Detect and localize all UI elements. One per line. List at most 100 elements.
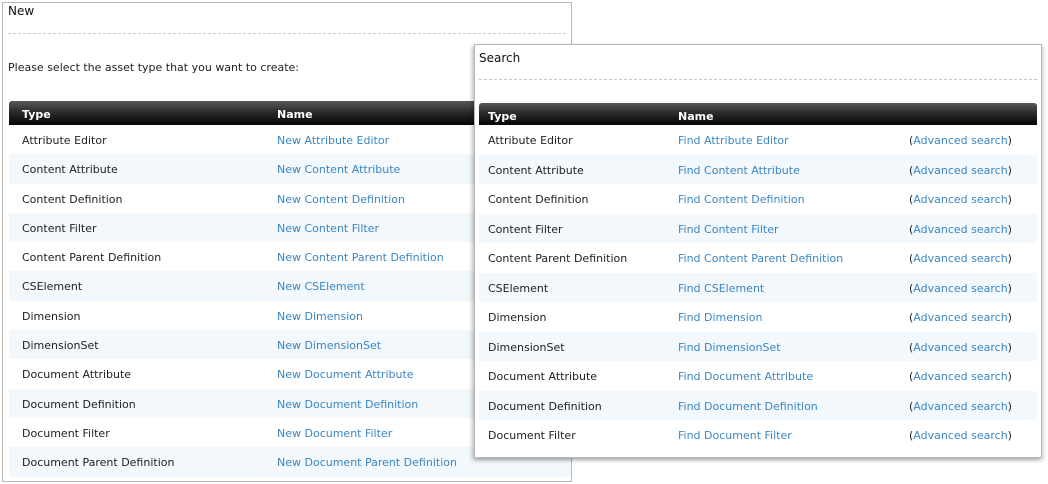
- advanced-search-link[interactable]: Advanced search: [913, 164, 1007, 177]
- asset-type-label: Attribute Editor: [488, 134, 573, 147]
- new-header-name: Name: [277, 108, 313, 121]
- new-asset-link[interactable]: New Content Parent Definition: [277, 251, 444, 264]
- find-asset-link[interactable]: Find Content Definition: [678, 193, 805, 206]
- table-row: Content Parent Definition Find Content Pa…: [479, 243, 1037, 273]
- advanced-search-link[interactable]: Advanced search: [913, 193, 1007, 206]
- close-paren: ): [1007, 370, 1012, 383]
- asset-type-label: Content Definition: [22, 192, 123, 206]
- find-asset-link[interactable]: Find CSElement: [678, 282, 764, 295]
- find-asset-link[interactable]: Find Content Attribute: [678, 164, 800, 177]
- new-asset-link[interactable]: New Document Definition: [277, 398, 418, 411]
- asset-type-label: DimensionSet: [22, 339, 99, 353]
- search-header-type: Type: [488, 110, 517, 123]
- new-asset-link[interactable]: New Document Attribute: [277, 368, 414, 381]
- close-paren: ): [1007, 340, 1012, 354]
- new-panel-divider: [8, 33, 566, 34]
- asset-type-label: CSElement: [22, 280, 83, 294]
- find-asset-link[interactable]: Find Attribute Editor: [678, 134, 789, 147]
- advanced-search-link[interactable]: Advanced search: [913, 400, 1007, 413]
- table-row: Document Filter Find Document Filter (Adva…: [479, 420, 1037, 450]
- table-row: Content Definition Find Content Definitio…: [479, 184, 1037, 214]
- advanced-search-cell: (Advanced search): [909, 223, 1012, 236]
- find-asset-link[interactable]: Find Content Parent Definition: [678, 252, 843, 265]
- advanced-search-cell: (Advanced search): [909, 341, 1012, 354]
- new-panel-prompt: Please select the asset type that you wa…: [8, 61, 299, 74]
- search-table-header: Type Name: [479, 103, 1037, 125]
- table-row: Attribute Editor Find Attribute Editor (Ad…: [479, 125, 1037, 155]
- search-header-name: Name: [678, 110, 714, 123]
- new-panel-title: New: [8, 4, 35, 18]
- new-asset-link[interactable]: New Dimension: [277, 310, 363, 323]
- asset-type-label: Dimension: [488, 311, 547, 324]
- find-asset-link[interactable]: Find Document Filter: [678, 429, 792, 442]
- advanced-search-link[interactable]: Advanced search: [913, 223, 1007, 236]
- asset-type-label: Document Filter: [488, 429, 576, 442]
- new-asset-link[interactable]: New Content Filter: [277, 222, 379, 235]
- table-row: Content Attribute Find Content Attribute (…: [479, 154, 1037, 184]
- close-paren: ): [1007, 193, 1012, 206]
- asset-type-label: Content Attribute: [488, 163, 584, 177]
- close-paren: ): [1007, 222, 1012, 236]
- asset-type-label: CSElement: [488, 281, 549, 295]
- asset-type-label: Document Attribute: [22, 368, 132, 382]
- advanced-search-cell: (Advanced search): [909, 400, 1012, 413]
- advanced-search-link[interactable]: Advanced search: [913, 252, 1007, 265]
- find-asset-link[interactable]: Find DimensionSet: [678, 341, 781, 354]
- close-paren: ): [1007, 399, 1012, 413]
- advanced-search-cell: (Advanced search): [909, 193, 1012, 206]
- asset-type-label: Content Attribute: [22, 163, 118, 177]
- asset-type-label: Document Definition: [22, 397, 136, 411]
- asset-type-label: Attribute Editor: [22, 134, 107, 147]
- new-asset-link[interactable]: New DimensionSet: [277, 339, 381, 352]
- asset-type-label: Content Filter: [488, 222, 563, 236]
- new-asset-link[interactable]: New Document Parent Definition: [277, 456, 457, 469]
- advanced-search-cell: (Advanced search): [909, 311, 1012, 324]
- close-paren: ): [1007, 134, 1012, 147]
- advanced-search-link[interactable]: Advanced search: [913, 370, 1007, 383]
- find-asset-link[interactable]: Find Document Attribute: [678, 370, 813, 383]
- find-asset-link[interactable]: Find Document Definition: [678, 400, 818, 413]
- new-header-type: Type: [22, 108, 51, 121]
- advanced-search-cell: (Advanced search): [909, 282, 1012, 295]
- asset-type-label: Content Parent Definition: [488, 252, 628, 265]
- advanced-search-cell: (Advanced search): [909, 429, 1012, 442]
- new-asset-link[interactable]: New Attribute Editor: [277, 134, 389, 147]
- table-row: Dimension Find Dimension (Advanced search): [479, 302, 1037, 332]
- close-paren: ): [1007, 281, 1012, 295]
- new-asset-link[interactable]: New Document Filter: [277, 427, 392, 440]
- search-panel: Search Type Name Attribute Editor Find At…: [474, 44, 1042, 458]
- new-asset-link[interactable]: New Content Attribute: [277, 163, 400, 176]
- new-asset-link[interactable]: New Content Definition: [277, 193, 405, 206]
- table-row: Document Attribute Find Document Attribut…: [479, 361, 1037, 391]
- asset-type-label: Document Parent Definition: [22, 456, 175, 470]
- search-panel-divider: [479, 79, 1037, 80]
- close-paren: ): [1007, 311, 1012, 324]
- table-row: Document Definition Find Document Definit…: [479, 390, 1037, 420]
- advanced-search-link[interactable]: Advanced search: [913, 134, 1007, 147]
- advanced-search-cell: (Advanced search): [909, 370, 1012, 383]
- asset-type-label: Document Filter: [22, 426, 110, 440]
- asset-type-label: Content Parent Definition: [22, 251, 162, 265]
- search-asset-table: Type Name Attribute Editor Find Attribute…: [479, 103, 1037, 450]
- find-asset-link[interactable]: Find Dimension: [678, 311, 763, 324]
- advanced-search-cell: (Advanced search): [909, 252, 1012, 265]
- asset-type-label: DimensionSet: [488, 340, 565, 354]
- advanced-search-link[interactable]: Advanced search: [913, 282, 1007, 295]
- advanced-search-link[interactable]: Advanced search: [913, 311, 1007, 324]
- table-row: Content Filter Find Content Filter (Advanc…: [479, 213, 1037, 243]
- advanced-search-cell: (Advanced search): [909, 134, 1012, 147]
- new-asset-link[interactable]: New CSElement: [277, 280, 365, 293]
- asset-type-label: Document Attribute: [488, 370, 598, 383]
- close-paren: ): [1007, 252, 1012, 265]
- asset-type-label: Dimension: [22, 309, 81, 323]
- advanced-search-link[interactable]: Advanced search: [913, 341, 1007, 354]
- advanced-search-link[interactable]: Advanced search: [913, 429, 1007, 442]
- close-paren: ): [1007, 429, 1012, 442]
- table-row: DimensionSet Find DimensionSet (Advanced s…: [479, 331, 1037, 361]
- asset-type-label: Document Definition: [488, 399, 602, 413]
- find-asset-link[interactable]: Find Content Filter: [678, 223, 779, 236]
- asset-type-label: Content Filter: [22, 221, 97, 235]
- asset-type-label: Content Definition: [488, 193, 589, 206]
- table-row: CSElement Find CSElement (Advanced search): [479, 272, 1037, 302]
- close-paren: ): [1007, 163, 1012, 177]
